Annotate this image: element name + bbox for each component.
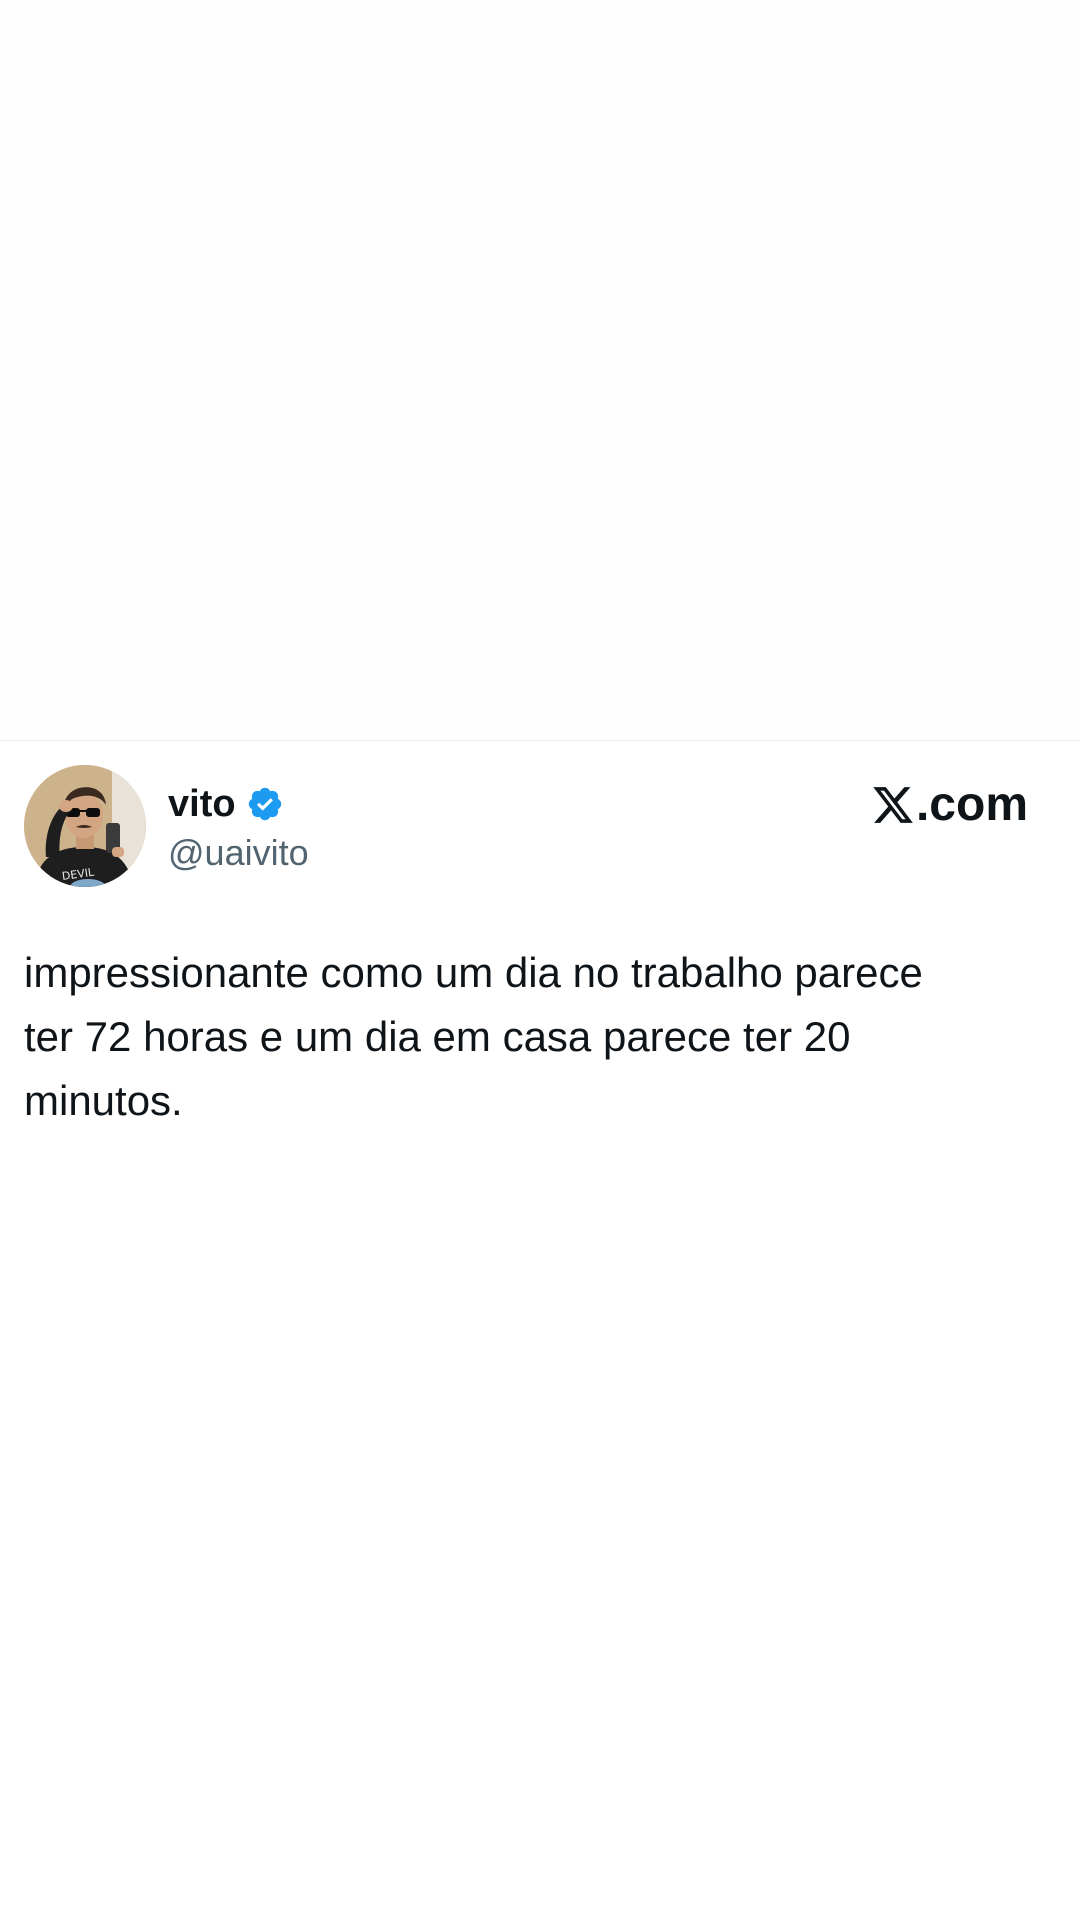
author-name-row[interactable]: vito	[168, 779, 284, 829]
verified-badge-icon	[246, 785, 284, 823]
x-logo-icon	[871, 783, 915, 827]
tweet-text: impressionante como um dia no trabalho p…	[24, 949, 923, 1124]
display-name[interactable]: vito	[168, 779, 236, 829]
tweet-card: DEVIL vito @uaivito .com impressionante …	[0, 741, 1080, 1919]
brand-text: .com	[915, 778, 1028, 831]
avatar[interactable]: DEVIL	[24, 765, 146, 887]
profile-photo-icon: DEVIL	[24, 765, 146, 887]
top-blank-area	[0, 0, 1080, 740]
brand-link[interactable]: .com	[871, 777, 1028, 833]
author-handle[interactable]: @uaivito	[168, 830, 309, 876]
